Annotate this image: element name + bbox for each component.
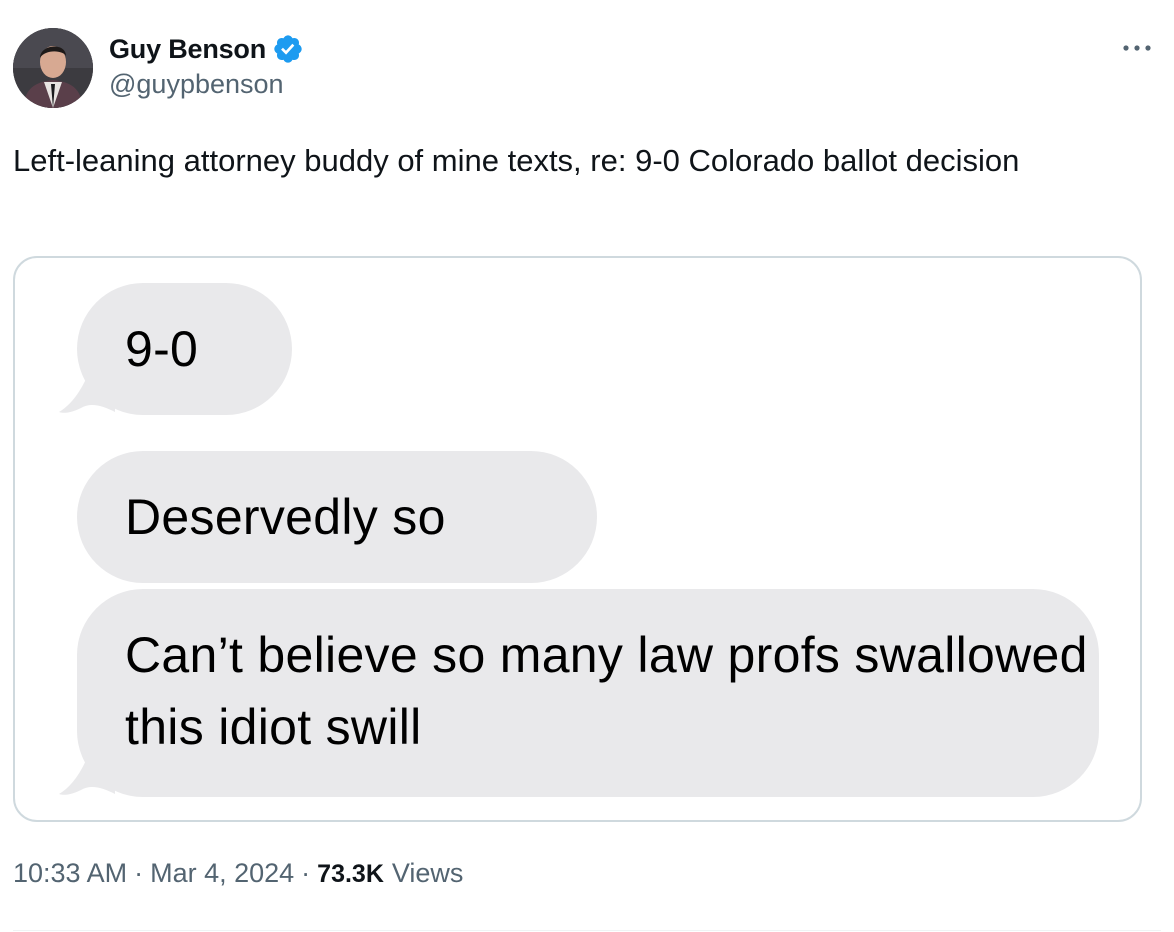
verified-badge-icon — [272, 33, 304, 65]
tweet-text: Left-leaning attorney buddy of mine text… — [13, 143, 1020, 178]
meta-separator: · — [301, 858, 311, 888]
meta-separator: · — [134, 858, 144, 888]
more-horizontal-icon — [1123, 45, 1151, 51]
message-text: Can’t believe so many law profs swallowe… — [125, 627, 1088, 755]
message-bubble: Deservedly so — [77, 451, 597, 583]
message-bubble: 9-0 — [77, 283, 292, 415]
views-count[interactable]: 73.3K — [317, 860, 384, 889]
message-bubble: Can’t believe so many law profs swallowe… — [77, 589, 1099, 797]
display-name[interactable]: Guy Benson — [109, 34, 266, 65]
user-info: Guy Benson @guypbenson — [109, 30, 304, 100]
tweet-header: Guy Benson @guypbenson — [13, 28, 1161, 108]
message-text: Deservedly so — [125, 489, 446, 545]
views-label: Views — [391, 858, 464, 888]
user-handle[interactable]: @guypbenson — [109, 69, 304, 100]
avatar[interactable] — [13, 28, 93, 108]
name-row: Guy Benson — [109, 30, 304, 68]
avatar-image — [13, 28, 93, 108]
tweet-media-image[interactable]: 9-0 Deservedly so Can’t believe so many … — [13, 256, 1142, 822]
divider — [13, 930, 1161, 931]
tweet-date[interactable]: Mar 4, 2024 — [150, 858, 294, 889]
tweet-time[interactable]: 10:33 AM — [13, 858, 127, 889]
tweet-meta: 10:33 AM · Mar 4, 2024 · 73.3K Views — [13, 858, 463, 889]
more-options-button[interactable] — [1113, 28, 1161, 68]
message-text: 9-0 — [125, 321, 199, 377]
